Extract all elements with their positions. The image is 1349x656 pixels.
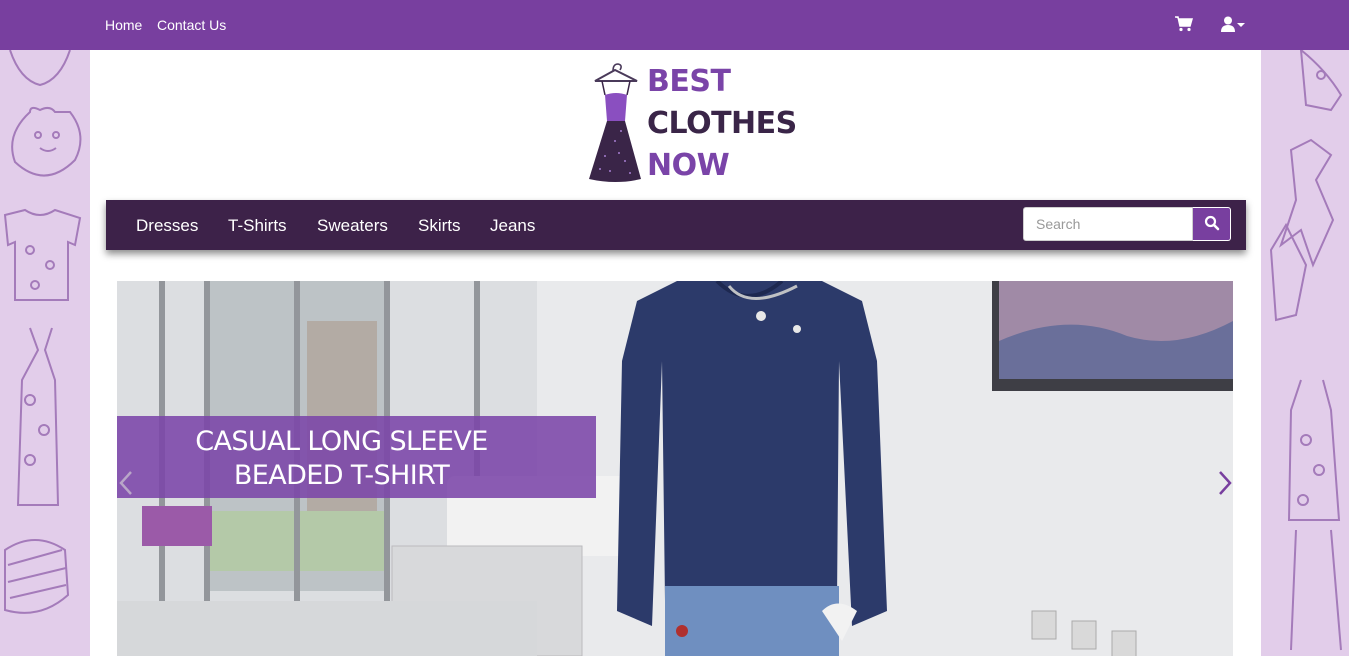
category-navbar: Dresses T-Shirts Sweaters Skirts Jeans [106, 200, 1246, 250]
brand-text-now: NOW [647, 148, 730, 183]
nav-jeans[interactable]: Jeans [490, 216, 535, 236]
user-menu-button[interactable] [1221, 16, 1247, 37]
nav-sweaters[interactable]: Sweaters [317, 216, 388, 236]
brand-text-best: BEST [647, 64, 731, 99]
brand-text-clothes: CLOTHES [647, 106, 797, 141]
caption-line-1: CASUAL LONG SLEEVE [195, 426, 488, 457]
nav-dresses[interactable]: Dresses [136, 216, 198, 236]
brand-line-clothes: CLOTHES [647, 109, 797, 139]
contact-us-link[interactable]: Contact Us [157, 17, 226, 33]
chevron-right-icon [1219, 471, 1232, 495]
chevron-left-icon [119, 471, 132, 495]
search-icon [1204, 215, 1219, 230]
main-container: BEST CLOTHES NOW Dresses T-Shirts Sweate… [90, 50, 1261, 656]
search-input[interactable] [1023, 207, 1193, 241]
carousel-prev-button[interactable] [119, 470, 133, 501]
search-button[interactable] [1193, 207, 1231, 241]
nav-skirts[interactable]: Skirts [418, 216, 461, 236]
carousel-caption: CASUAL LONG SLEEVE BEADED T-SHIRT [117, 416, 596, 498]
side-pattern-left [0, 50, 90, 656]
caption-line-2: BEADED T-SHIRT [233, 460, 450, 491]
user-icon [1221, 16, 1245, 32]
carousel-next-button[interactable] [1218, 470, 1232, 501]
brand-line-best: BEST [647, 64, 731, 99]
home-link[interactable]: Home [105, 17, 142, 33]
side-pattern-right [1261, 50, 1349, 656]
hero-carousel[interactable]: CASUAL LONG SLEEVE BEADED T-SHIRT [117, 281, 1233, 656]
nav-tshirts[interactable]: T-Shirts [228, 216, 287, 236]
top-navbar: Home Contact Us [0, 0, 1349, 50]
brand-line-now: NOW [647, 148, 730, 183]
dress-on-hanger-icon [589, 63, 641, 182]
brand-logo[interactable]: BEST CLOTHES NOW [585, 61, 797, 191]
shopping-cart-icon[interactable] [1175, 16, 1193, 37]
